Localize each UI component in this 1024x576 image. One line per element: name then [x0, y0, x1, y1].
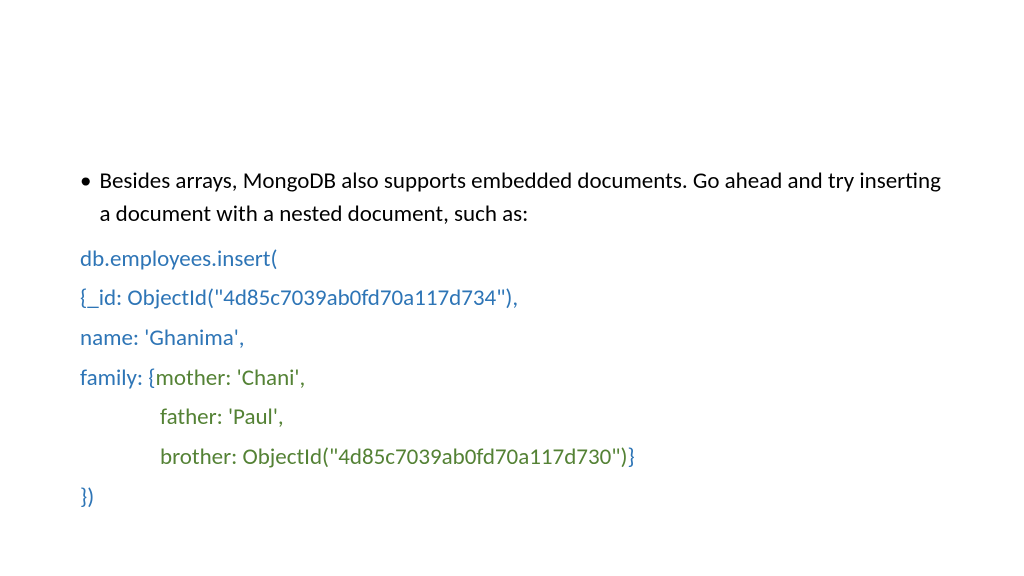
code-line-1: db.employees.insert( — [80, 242, 944, 278]
code-line-7: }) — [80, 480, 944, 516]
code-line-4-green: mother: 'Chani', — [156, 364, 306, 392]
bullet-icon: • — [80, 165, 91, 232]
code-line-4-blue: family: { — [80, 364, 156, 392]
code-line-2: {_id: ObjectId("4d85c7039ab0fd70a117d734… — [80, 281, 944, 317]
code-line-3: name: 'Ghanima', — [80, 321, 944, 357]
bullet-text: Besides arrays, MongoDB also supports em… — [99, 165, 944, 232]
code-line-6-green: brother: ObjectId("4d85c7039ab0fd70a117d… — [160, 443, 627, 471]
code-line-6-blue: } — [627, 443, 634, 471]
bullet-item: • Besides arrays, MongoDB also supports … — [80, 165, 944, 232]
code-line-6: brother: ObjectId("4d85c7039ab0fd70a117d… — [80, 440, 944, 476]
code-line-4: family: {mother: 'Chani', — [80, 361, 944, 397]
code-line-5: father: 'Paul', — [80, 400, 944, 436]
